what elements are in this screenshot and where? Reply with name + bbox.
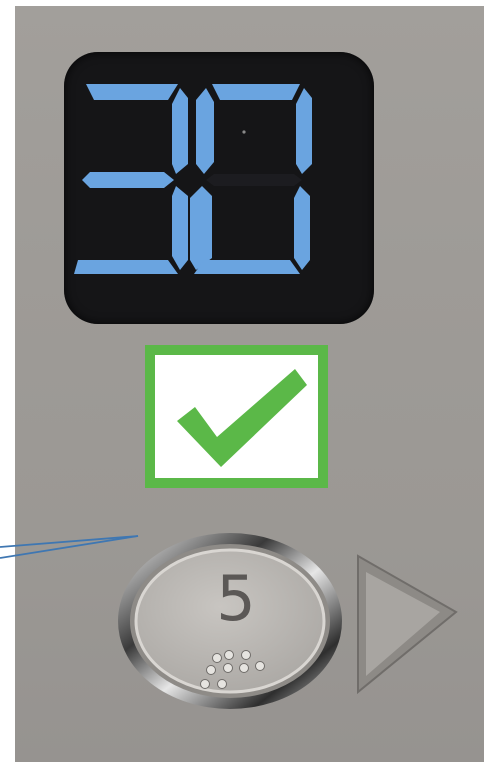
floor-number-label: 5 (216, 562, 256, 635)
triangle-right-icon (357, 554, 458, 695)
button-area (118, 533, 458, 709)
